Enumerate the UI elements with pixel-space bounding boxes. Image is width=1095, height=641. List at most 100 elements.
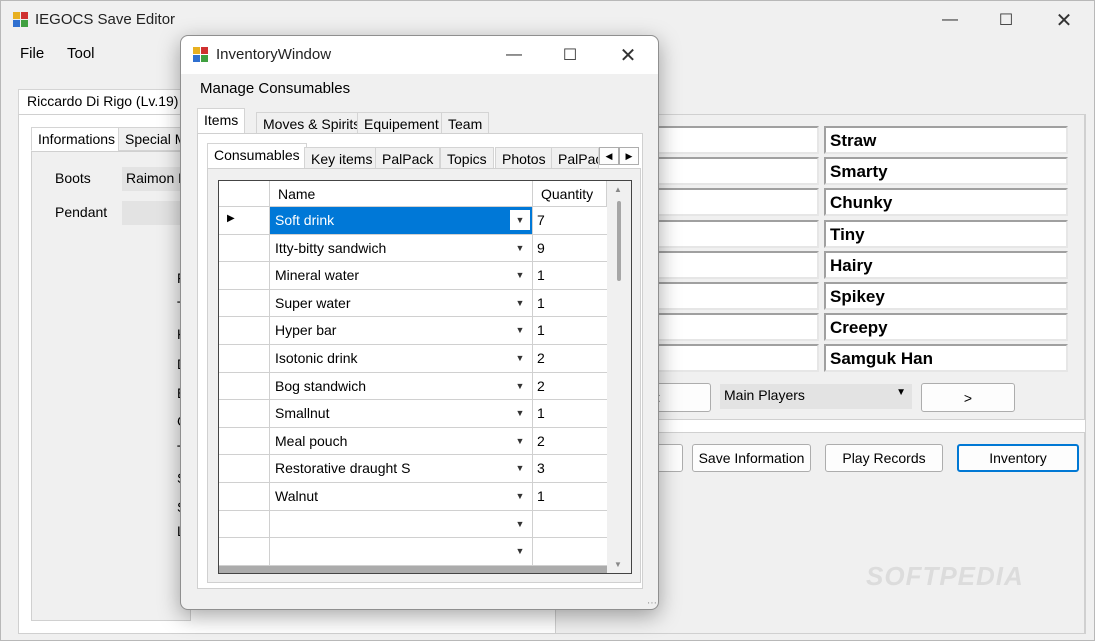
item-quantity-cell[interactable]: 2: [533, 372, 607, 401]
item-name-cell[interactable]: Walnut ▼: [270, 483, 533, 511]
chevron-down-icon[interactable]: ▼: [510, 210, 530, 230]
table-row[interactable]: ▶ Soft drink ▼ 7: [219, 207, 607, 235]
item-quantity-cell[interactable]: 1: [533, 483, 607, 511]
scroll-up-icon[interactable]: ▲: [614, 185, 622, 194]
item-quantity-cell[interactable]: 7: [533, 207, 607, 235]
item-name-cell[interactable]: Itty-bitty sandwich ▼: [270, 234, 533, 263]
item-name-cell[interactable]: ▼: [270, 510, 533, 539]
table-row[interactable]: Mineral water ▼ 1: [219, 262, 607, 290]
row-header[interactable]: [219, 345, 270, 373]
item-quantity-cell[interactable]: 3: [533, 455, 607, 483]
row-header[interactable]: [219, 317, 270, 345]
tab-informations[interactable]: Informations: [31, 127, 123, 151]
tab-items[interactable]: Items: [197, 108, 246, 134]
table-row[interactable]: Super water ▼ 1: [219, 289, 607, 318]
tab-scroll-right-icon[interactable]: ▶: [619, 147, 639, 165]
minimize-icon[interactable]: —: [491, 36, 537, 74]
chevron-down-icon[interactable]: ▼: [510, 348, 530, 368]
chevron-down-icon[interactable]: ▼: [510, 486, 530, 506]
vertical-scrollbar[interactable]: ▲ ▼: [607, 181, 631, 573]
player-slot[interactable]: Samguk Han: [824, 344, 1068, 372]
chevron-down-icon[interactable]: ▼: [510, 541, 530, 562]
row-header[interactable]: [219, 510, 270, 539]
player-slot[interactable]: Smarty: [824, 157, 1068, 185]
table-row[interactable]: Isotonic drink ▼ 2: [219, 345, 607, 373]
save-information-button[interactable]: Save Information: [692, 444, 811, 472]
player-slot[interactable]: Spikey: [824, 282, 1068, 310]
item-quantity-cell[interactable]: 1: [533, 262, 607, 290]
item-quantity-cell[interactable]: 2: [533, 345, 607, 373]
next-button[interactable]: >: [921, 383, 1015, 412]
item-quantity-cell[interactable]: 1: [533, 289, 607, 318]
scroll-thumb[interactable]: [617, 201, 621, 281]
inventory-button[interactable]: Inventory: [957, 444, 1079, 472]
item-quantity-cell[interactable]: 9: [533, 234, 607, 263]
row-header[interactable]: [219, 289, 270, 318]
item-name-cell[interactable]: Restorative draught S ▼: [270, 455, 533, 483]
item-quantity-cell[interactable]: [533, 510, 607, 539]
resize-grip-icon[interactable]: ⋯: [647, 598, 657, 609]
chevron-down-icon[interactable]: ▼: [510, 375, 530, 396]
column-header-quantity[interactable]: Quantity: [533, 181, 607, 207]
scroll-down-icon[interactable]: ▼: [614, 560, 622, 569]
item-name-cell[interactable]: Soft drink ▼: [270, 207, 533, 235]
table-row[interactable]: Restorative draught S ▼ 3: [219, 455, 607, 483]
maximize-icon[interactable]: ☐: [983, 1, 1029, 39]
item-name-cell[interactable]: Super water ▼: [270, 289, 533, 318]
tab-character[interactable]: Riccardo Di Rigo (Lv.19): [18, 89, 188, 115]
row-header[interactable]: [219, 538, 270, 566]
table-row[interactable]: Meal pouch ▼ 2: [219, 427, 607, 456]
item-name-cell[interactable]: Isotonic drink ▼: [270, 345, 533, 373]
item-quantity-cell[interactable]: 1: [533, 400, 607, 428]
player-slot[interactable]: Hairy: [824, 251, 1068, 279]
tab-consumables[interactable]: Consumables: [207, 143, 307, 169]
play-records-button[interactable]: Play Records: [825, 444, 943, 472]
player-slot[interactable]: Chunky: [824, 188, 1068, 216]
item-name-cell[interactable]: Hyper bar ▼: [270, 317, 533, 345]
item-quantity-cell[interactable]: [533, 538, 607, 566]
item-name: Mineral water: [275, 267, 360, 284]
item-quantity-cell[interactable]: 2: [533, 427, 607, 456]
minimize-icon[interactable]: —: [927, 1, 973, 39]
chevron-down-icon[interactable]: ▼: [510, 237, 530, 258]
item-name-cell[interactable]: ▼: [270, 538, 533, 566]
column-header-name[interactable]: Name: [270, 181, 533, 207]
chevron-down-icon[interactable]: ▼: [510, 403, 530, 424]
close-icon[interactable]: ✕: [1041, 1, 1087, 39]
row-header[interactable]: [219, 262, 270, 290]
maximize-icon[interactable]: ☐: [547, 36, 593, 74]
table-row[interactable]: Bog standwich ▼ 2: [219, 372, 607, 401]
row-header[interactable]: [219, 234, 270, 263]
table-row[interactable]: Walnut ▼ 1: [219, 483, 607, 511]
player-slot[interactable]: Straw: [824, 126, 1068, 154]
team-select[interactable]: Main Players ▼: [720, 384, 912, 409]
menu-file[interactable]: File: [20, 45, 44, 62]
player-slot[interactable]: Tiny: [824, 220, 1068, 248]
player-slot[interactable]: Creepy: [824, 313, 1068, 341]
chevron-down-icon[interactable]: ▼: [510, 320, 530, 341]
chevron-down-icon[interactable]: ▼: [510, 513, 530, 534]
table-row[interactable]: ▼: [219, 510, 607, 539]
chevron-down-icon[interactable]: ▼: [510, 292, 530, 313]
table-row[interactable]: ▼: [219, 538, 607, 566]
row-header[interactable]: [219, 400, 270, 428]
row-header[interactable]: [219, 372, 270, 401]
item-name-cell[interactable]: Meal pouch ▼: [270, 427, 533, 456]
row-header[interactable]: [219, 455, 270, 483]
item-name-cell[interactable]: Mineral water ▼: [270, 262, 533, 290]
item-name-cell[interactable]: Smallnut ▼: [270, 400, 533, 428]
chevron-down-icon[interactable]: ▼: [510, 458, 530, 479]
table-row[interactable]: Itty-bitty sandwich ▼ 9: [219, 234, 607, 263]
tab-scroll-left-icon[interactable]: ◀: [599, 147, 619, 165]
table-row[interactable]: Hyper bar ▼ 1: [219, 317, 607, 345]
item-quantity-cell[interactable]: 1: [533, 317, 607, 345]
close-icon[interactable]: ✕: [605, 36, 651, 74]
menu-tool[interactable]: Tool: [67, 45, 95, 62]
row-header[interactable]: ▶: [219, 207, 270, 235]
chevron-down-icon[interactable]: ▼: [510, 265, 530, 286]
chevron-down-icon[interactable]: ▼: [510, 430, 530, 451]
row-header[interactable]: [219, 483, 270, 511]
row-header[interactable]: [219, 427, 270, 456]
table-row[interactable]: Smallnut ▼ 1: [219, 400, 607, 428]
item-name-cell[interactable]: Bog standwich ▼: [270, 372, 533, 401]
